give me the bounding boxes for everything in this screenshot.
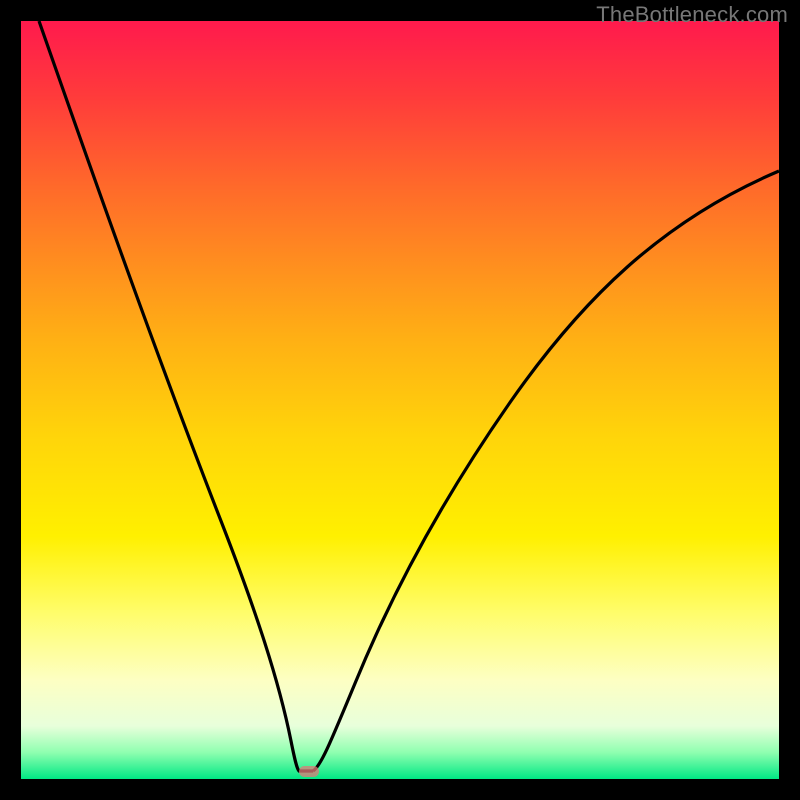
curve-right-branch: [313, 171, 779, 771]
chart-frame: TheBottleneck.com: [0, 0, 800, 800]
watermark-label: TheBottleneck.com: [596, 2, 788, 28]
chart-plot-area: [21, 21, 779, 779]
optimum-marker: [299, 766, 319, 777]
curve-left-branch: [39, 21, 313, 771]
bottleneck-curve: [21, 21, 779, 779]
